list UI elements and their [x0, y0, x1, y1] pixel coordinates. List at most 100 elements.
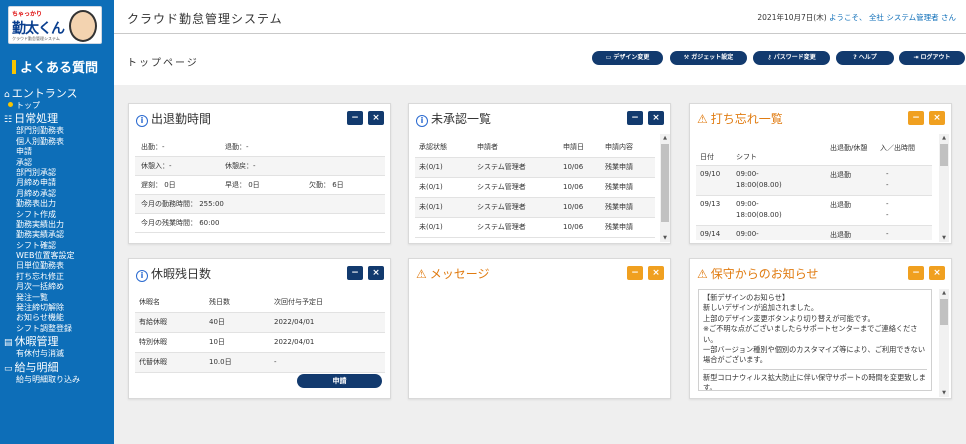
close-button[interactable]: ×: [929, 111, 945, 125]
sidebar-item-label: シフト調整登録: [16, 323, 72, 333]
attendance-row: 今月の勤務時間： 255:00: [135, 195, 385, 214]
welcome-label: ようこそ、: [829, 13, 867, 22]
minimize-button[interactable]: −: [347, 266, 363, 280]
leave-title-text: 休暇残日数: [151, 267, 212, 281]
sidebar-item-1-13[interactable]: 日単位勤務表: [4, 261, 114, 271]
attendance-row: 遅刻： 0日 早退： 0日 欠勤： 6日: [135, 176, 385, 195]
minimize-button[interactable]: −: [347, 111, 363, 125]
sidebar-item-1-17[interactable]: 発注締切解除: [4, 303, 114, 313]
sidebar-item-1-16[interactable]: 発注一覧: [4, 293, 114, 303]
scroll-thumb[interactable]: [661, 144, 669, 222]
sidebar-section-1[interactable]: ☷ 日常処理: [4, 111, 114, 126]
sidebar-item-label: 給与明細取り込み: [16, 374, 80, 384]
sidebar-item-1-7[interactable]: 勤務表出力: [4, 199, 114, 209]
close-button[interactable]: ×: [368, 111, 384, 125]
sidebar-item-1-15[interactable]: 月次一括締め: [4, 282, 114, 292]
warning-icon: ⚠: [697, 112, 708, 126]
help-button[interactable]: ? ヘルプ: [836, 51, 894, 65]
sidebar-item-1-2[interactable]: 申請: [4, 147, 114, 157]
minimize-button[interactable]: −: [908, 266, 924, 280]
notice-block: 新型コロナウィルス拡大防止に伴い保守サポートの時間を変更致します。【変更内容】サ…: [703, 372, 927, 391]
sidebar-section-0[interactable]: ⌂ エントランス: [4, 86, 114, 101]
sidebar-section-3[interactable]: ▭ 給与明細: [4, 360, 114, 375]
table-row[interactable]: 09/13 09:00- 18:00(08.00) 出退勤 - -: [696, 196, 932, 226]
applicant: システム管理者: [473, 217, 559, 238]
close-button[interactable]: ×: [368, 266, 384, 280]
scroll-up-icon[interactable]: ▲: [660, 134, 670, 142]
approval-status: 未(0/1): [415, 197, 473, 218]
logout-label: ログアウト: [920, 54, 951, 61]
org-link[interactable]: 全社: [869, 13, 884, 22]
attendance-title-text: 出退勤時間: [151, 112, 212, 126]
minimize-button[interactable]: −: [908, 111, 924, 125]
sidebar-item-2-0[interactable]: 有休付与消滅: [4, 349, 114, 359]
sidebar-item-label: お知らせ機能: [16, 313, 64, 323]
sidebar-section-2[interactable]: ▤ 休暇管理: [4, 334, 114, 349]
sidebar-item-1-1[interactable]: 個人別勤務表: [4, 137, 114, 147]
sidebar: ちゃっかり 勤太くん クラウド勤怠管理システム よくある質問 ⌂ エントランス トッ…: [0, 0, 114, 444]
gadget-settings-button[interactable]: ⚒ ガジェット設定: [670, 51, 747, 65]
table-row[interactable]: 未(0/1) システム管理者 10/06 残業申請: [415, 177, 655, 198]
table-row: 有給休暇 40日 2022/04/01: [135, 312, 385, 333]
user-link[interactable]: システム管理者: [886, 13, 938, 22]
sidebar-item-1-14[interactable]: 打ち忘れ修正: [4, 272, 114, 282]
scroll-down-icon[interactable]: ▼: [939, 234, 949, 242]
table-header-row: 承認状態 申請者 申請日 申請内容: [415, 138, 655, 158]
notice-line: 新型コロナウィルス拡大防止に伴い保守サポートの時間を変更致します。: [703, 372, 926, 391]
scroll-thumb[interactable]: [940, 144, 948, 166]
design-change-button[interactable]: ▭ デザイン変更: [592, 51, 663, 65]
notice-block: 【新デザインのお知らせ】 新しいデザインが追加されました。 上部のデザイン変更ボタン…: [703, 293, 927, 366]
table-row[interactable]: 未(0/1) システム管理者 10/06 残業申請: [415, 197, 655, 218]
sidebar-item-label: シフト作成: [16, 209, 56, 219]
forgotten-scrollbar[interactable]: ▲ ▼: [939, 134, 949, 242]
sidebar-item-1-18[interactable]: お知らせ機能: [4, 313, 114, 323]
sidebar-item-1-19[interactable]: シフト調整登録: [4, 324, 114, 334]
application-content: 残業申請: [601, 177, 655, 198]
sidebar-item-1-12[interactable]: WEB位置客設定: [4, 251, 114, 261]
sidebar-item-3-0[interactable]: 給与明細取り込み: [4, 375, 114, 385]
logout-icon: ⇥: [913, 54, 919, 61]
logout-button[interactable]: ⇥ ログアウト: [899, 51, 965, 65]
table-row: 代替休暇 10.0日 -: [135, 352, 385, 373]
sidebar-item-0-0[interactable]: トップ: [4, 101, 114, 111]
sidebar-item-1-8[interactable]: シフト作成: [4, 210, 114, 220]
maintenance-scrollbar[interactable]: ▲ ▼: [939, 289, 949, 397]
column-header: 承認状態: [415, 138, 473, 158]
scroll-thumb[interactable]: [940, 299, 948, 325]
sidebar-item-label: 日単位勤務表: [16, 261, 64, 271]
minimize-button[interactable]: −: [627, 111, 643, 125]
table-row[interactable]: 未(0/1) システム管理者 10/06 残業申請: [415, 157, 655, 178]
table-row[interactable]: 09/14 09:00- 出退勤 -: [696, 226, 932, 240]
sidebar-item-1-6[interactable]: 月締め承認: [4, 189, 114, 199]
password-change-button[interactable]: ⚷ パスワード変更: [753, 51, 830, 65]
welcome-text: 2021年10月7日(木) ようこそ、 全社 システム管理者 さん: [757, 12, 956, 23]
forgotten-date: 09/14: [700, 230, 721, 238]
sidebar-item-1-9[interactable]: 勤務実績出力: [4, 220, 114, 230]
table-row[interactable]: 09/10 09:00- 18:00(08.00) 出退勤 - -: [696, 166, 932, 196]
sidebar-item-1-11[interactable]: シフト確認: [4, 241, 114, 251]
scroll-up-icon[interactable]: ▲: [939, 289, 949, 297]
table-row[interactable]: 未(0/1) システム管理者 10/06 残業申請: [415, 217, 655, 238]
close-button[interactable]: ×: [648, 111, 664, 125]
sidebar-item-label: 勤務実績出力: [16, 219, 64, 229]
application-date: 10/06: [559, 217, 601, 238]
apply-button[interactable]: 申請: [297, 374, 382, 388]
scroll-down-icon[interactable]: ▼: [660, 234, 670, 242]
faq-link[interactable]: よくある質問: [12, 57, 98, 76]
unapproved-scrollbar[interactable]: ▲ ▼: [660, 134, 670, 242]
column-header: 休暇名: [135, 293, 205, 313]
clock-in: 出勤：-: [141, 143, 165, 151]
app-logo[interactable]: ちゃっかり 勤太くん クラウド勤怠管理システム: [8, 6, 102, 44]
sidebar-item-1-0[interactable]: 部門別勤務表: [4, 126, 114, 136]
sidebar-item-1-5[interactable]: 月締め申請: [4, 178, 114, 188]
minimize-button[interactable]: −: [627, 266, 643, 280]
sidebar-item-1-4[interactable]: 部門別承認: [4, 168, 114, 178]
scroll-up-icon[interactable]: ▲: [939, 134, 949, 142]
scroll-down-icon[interactable]: ▼: [939, 389, 949, 397]
leave-name: 特別休暇: [135, 332, 205, 353]
sidebar-item-1-10[interactable]: 勤務実績承認: [4, 230, 114, 240]
sidebar-item-1-3[interactable]: 承認: [4, 158, 114, 168]
close-button[interactable]: ×: [929, 266, 945, 280]
close-button[interactable]: ×: [648, 266, 664, 280]
unapproved-panel: i 未承認一覧 − × 承認状態 申請者 申請日 申請内容 未(0/1) システム…: [408, 103, 671, 244]
